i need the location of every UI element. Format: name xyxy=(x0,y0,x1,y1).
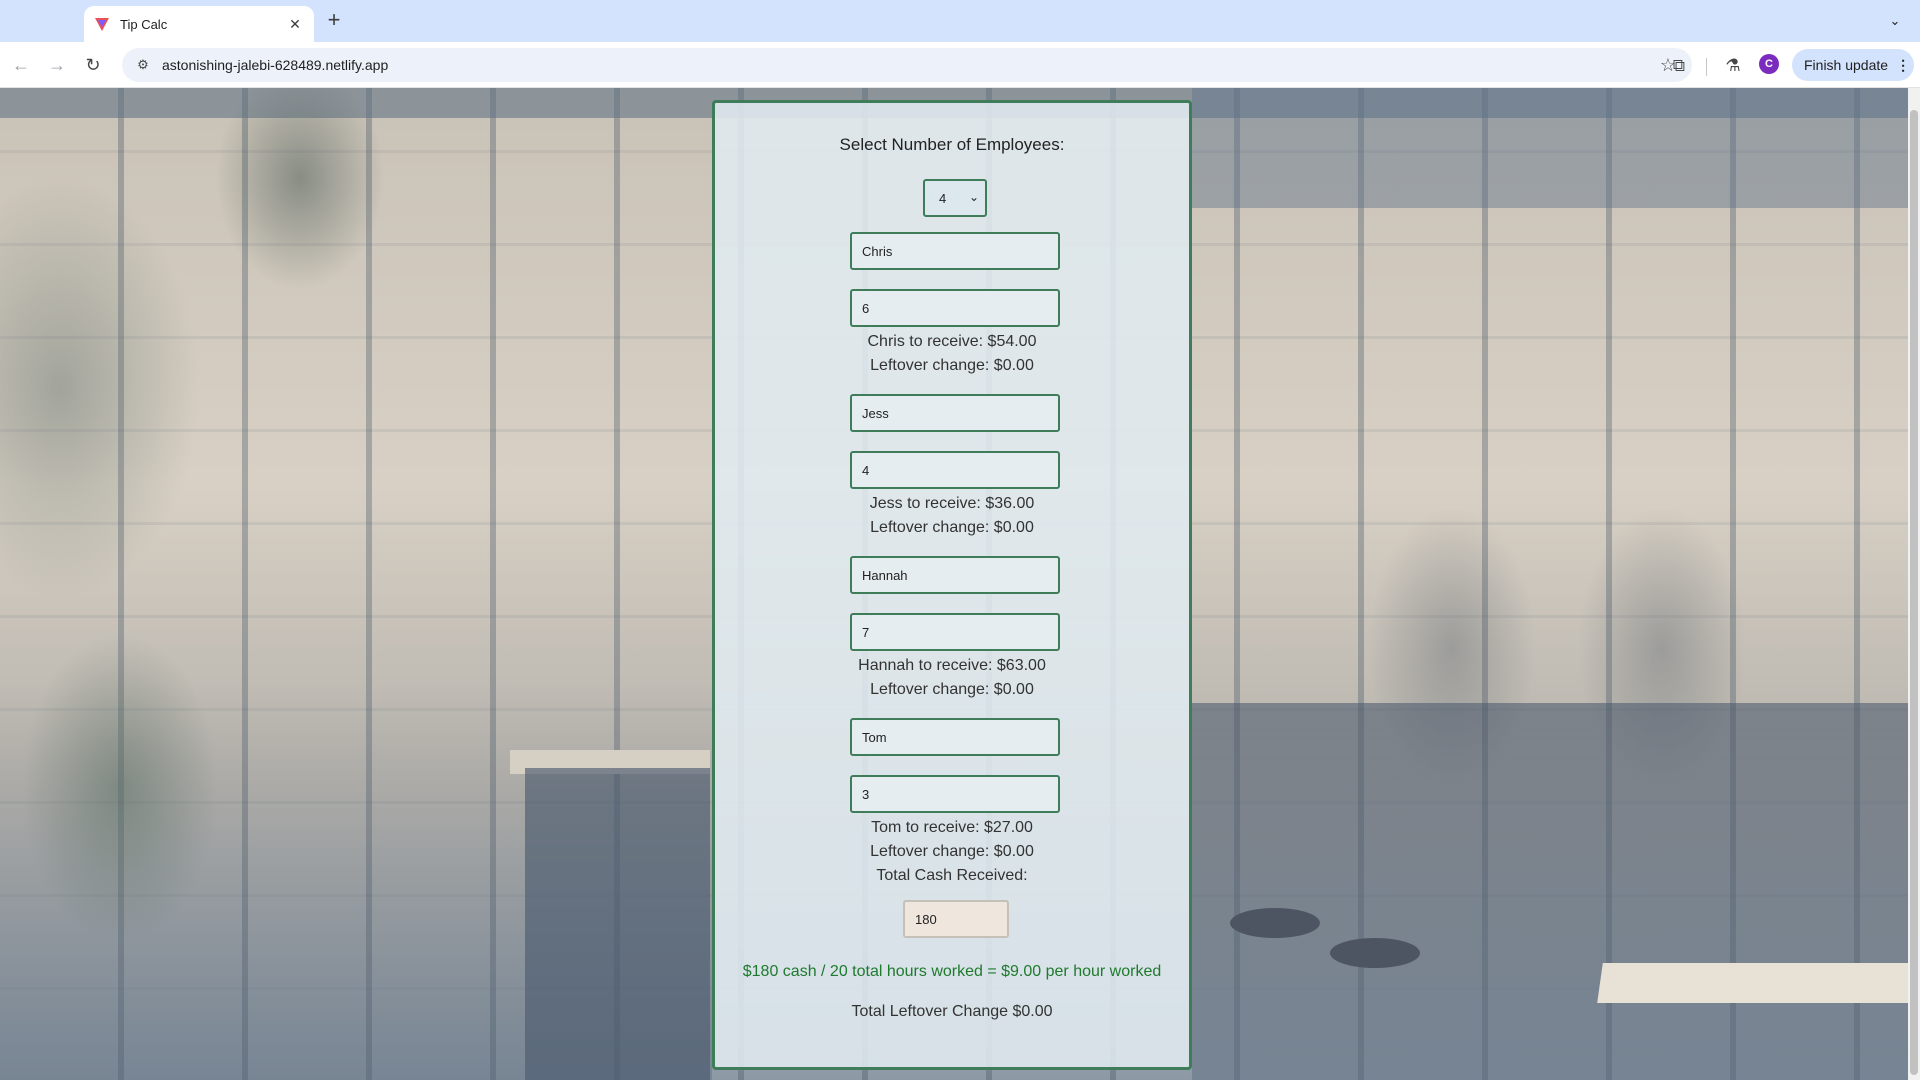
employee-hours-input[interactable]: 7 xyxy=(850,613,1060,651)
extensions-icon[interactable]: ⧉ xyxy=(1668,56,1690,76)
employee-name-input[interactable]: Chris xyxy=(850,232,1060,270)
more-menu-icon[interactable]: ⋮ xyxy=(1896,57,1910,74)
background-table xyxy=(1597,963,1920,1003)
reload-icon[interactable]: ↻ xyxy=(80,52,106,78)
forward-arrow-icon[interactable]: → xyxy=(44,52,70,78)
address-bar[interactable]: ⚙ astonishing-jalebi-628489.netlify.app … xyxy=(122,48,1692,82)
finish-update-label: Finish update xyxy=(1804,57,1889,73)
browser-toolbar: ← → ↻ ⚙ astonishing-jalebi-628489.netlif… xyxy=(0,42,1920,88)
page-viewport: Select Number of Employees: 4 ⌄ Chris 6 … xyxy=(0,88,1920,1080)
tab-title: Tip Calc xyxy=(120,16,168,32)
back-arrow-icon[interactable]: ← xyxy=(8,52,34,78)
employee-leftover-text: Leftover change: $0.00 xyxy=(870,843,1034,860)
scrollbar-thumb[interactable] xyxy=(1910,110,1918,1075)
browser-tab-bar: Tip Calc ✕ + ⌄ xyxy=(0,0,1920,42)
employee-hours-input[interactable]: 4 xyxy=(850,451,1060,489)
url-text: astonishing-jalebi-628489.netlify.app xyxy=(162,57,389,73)
employee-leftover-text: Leftover change: $0.00 xyxy=(870,357,1034,374)
employee-name-input[interactable]: Tom xyxy=(850,718,1060,756)
toolbar-divider xyxy=(1706,58,1707,76)
close-tab-icon[interactable]: ✕ xyxy=(286,16,304,33)
employee-receive-text: Chris to receive: $54.00 xyxy=(867,333,1037,350)
labs-flask-icon[interactable]: ⚗ xyxy=(1722,56,1744,76)
tab-search-icon[interactable]: ⌄ xyxy=(1882,8,1908,34)
background-stool xyxy=(1330,938,1420,968)
employee-leftover-text: Leftover change: $0.00 xyxy=(870,519,1034,536)
page-scrollbar[interactable] xyxy=(1908,88,1920,1080)
new-tab-icon[interactable]: + xyxy=(322,8,346,32)
profile-avatar[interactable]: C xyxy=(1759,54,1779,74)
site-info-icon[interactable]: ⚙ xyxy=(134,57,152,73)
app-favicon-icon xyxy=(95,18,109,31)
background-counter xyxy=(525,768,710,1080)
chevron-down-icon: ⌄ xyxy=(968,190,979,204)
employee-leftover-text: Leftover change: $0.00 xyxy=(870,681,1034,698)
employee-count-heading: Select Number of Employees: xyxy=(839,135,1065,154)
employee-count-value: 4 xyxy=(939,190,947,206)
browser-tab[interactable]: Tip Calc ✕ xyxy=(84,6,314,42)
finish-update-button[interactable]: Finish update ⋮ xyxy=(1792,49,1914,81)
total-leftover-text: Total Leftover Change $0.00 xyxy=(851,1003,1053,1020)
total-cash-label: Total Cash Received: xyxy=(876,867,1028,884)
employee-receive-text: Hannah to receive: $63.00 xyxy=(858,657,1046,674)
employee-hours-input[interactable]: 6 xyxy=(850,289,1060,327)
employee-hours-input[interactable]: 3 xyxy=(850,775,1060,813)
background-stool xyxy=(1230,908,1320,938)
employee-name-input[interactable]: Hannah xyxy=(850,556,1060,594)
tip-calculator-panel: Select Number of Employees: 4 ⌄ Chris 6 … xyxy=(712,100,1192,1070)
total-cash-input[interactable]: 180 xyxy=(903,900,1009,938)
employee-name-input[interactable]: Jess xyxy=(850,394,1060,432)
employee-receive-text: Tom to receive: $27.00 xyxy=(871,819,1033,836)
employee-count-select[interactable]: 4 ⌄ xyxy=(923,179,987,217)
per-hour-summary: $180 cash / 20 total hours worked = $9.0… xyxy=(742,963,1162,980)
employee-receive-text: Jess to receive: $36.00 xyxy=(869,495,1035,512)
